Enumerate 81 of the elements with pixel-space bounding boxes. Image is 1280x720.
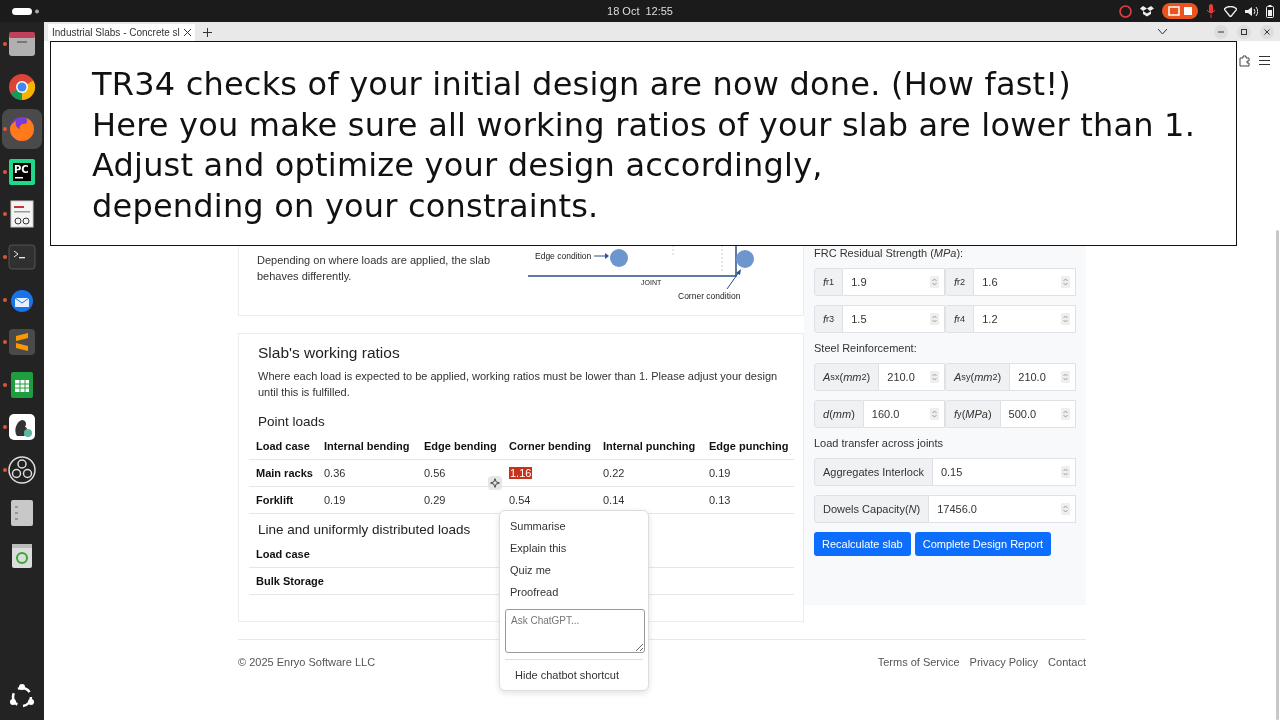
ratio-value: 0.29 <box>424 494 446 506</box>
ratio-value: 0.19 <box>324 494 346 506</box>
number-field[interactable]: 17456.0 <box>929 495 1076 523</box>
column-header: Edge punching <box>709 440 789 452</box>
row-label: Forklift <box>256 494 294 506</box>
column-header: Edge bending <box>424 440 497 452</box>
microphone-icon[interactable] <box>1206 4 1216 18</box>
number-field[interactable]: 500.0 <box>1000 400 1076 428</box>
caption-line: Here you make sure all working ratios of your slab are lower than 1. <box>92 104 1195 146</box>
browser-tab[interactable]: Industrial Slabs - Concrete sl <box>48 24 195 41</box>
column-header: Corner bending <box>509 440 591 452</box>
caption-line: Adjust and optimize your design accordingly, <box>92 145 823 186</box>
ubuntu-logo-icon[interactable] <box>9 684 35 710</box>
number-field[interactable]: 160.0 <box>863 400 945 428</box>
ratio-value: 0.36 <box>324 467 346 479</box>
caption-line: depending on your constraints. <box>92 185 599 227</box>
column-header: Internal bending <box>324 440 410 452</box>
number-field[interactable]: 1.5 <box>843 305 945 333</box>
action-button[interactable]: Complete Design Report <box>914 532 1052 556</box>
field-label: Dowels Capacity(N) <box>814 495 930 523</box>
footer-link[interactable]: Contact <box>1048 656 1086 668</box>
ratio-value: 0.19 <box>709 467 731 479</box>
new-tab-icon[interactable] <box>202 28 212 37</box>
activities-icon[interactable] <box>12 7 40 15</box>
menu-item[interactable]: Explain this <box>500 537 577 559</box>
extension-icon[interactable] <box>1239 54 1251 67</box>
number-field[interactable]: 0.15 <box>932 458 1076 486</box>
number-field[interactable]: 1.9 <box>843 268 945 296</box>
time-label: 12:55 <box>645 5 673 17</box>
menu-item[interactable]: Hide chatbot shortcut <box>505 664 629 686</box>
column-header: Internal punching <box>603 440 696 452</box>
column-header: Load case <box>256 440 310 452</box>
menu-item[interactable]: Quiz me <box>500 559 561 581</box>
section-title: Slab's working ratios <box>258 344 400 362</box>
footer-link[interactable]: Privacy Policy <box>969 656 1039 668</box>
volume-icon[interactable] <box>1245 5 1258 17</box>
field-label: d(mm) <box>814 400 864 428</box>
ratio-value: 0.56 <box>424 467 446 479</box>
column-header: Load case <box>256 548 310 560</box>
subsection-title: Point loads <box>258 414 325 429</box>
footer-link[interactable]: Terms of Service <box>877 656 960 668</box>
menu-item[interactable]: Proofread <box>500 581 569 603</box>
battery-icon[interactable] <box>1266 4 1274 18</box>
copyright-text: © 2025 Enryo Software LLC <box>238 656 376 668</box>
description-text: Depending on where loads are applied, the slab behaves differently. <box>257 253 491 284</box>
screen-record-icon[interactable] <box>1162 3 1198 19</box>
action-button[interactable]: Recalculate slab <box>814 532 911 556</box>
ratio-value: 0.13 <box>709 494 731 506</box>
sparkle-icon[interactable] <box>488 476 502 490</box>
number-field[interactable]: 1.6 <box>974 268 1076 296</box>
chat-input[interactable]: Ask ChatGPT... <box>505 609 645 653</box>
group-label: Load transfer across joints <box>814 437 943 449</box>
recorder-icon[interactable] <box>6 453 38 486</box>
wifi-icon[interactable] <box>1224 5 1237 17</box>
ratio-value: 0.22 <box>603 467 625 479</box>
close-icon[interactable] <box>1260 25 1274 39</box>
maximize-icon[interactable] <box>1237 25 1251 39</box>
chevron-down-icon[interactable] <box>1158 29 1167 35</box>
ratio-value: 0.14 <box>603 494 625 506</box>
scrollbar[interactable] <box>1276 230 1279 720</box>
number-field[interactable]: 1.2 <box>974 305 1076 333</box>
group-label: FRC Residual Strength (MPa): <box>814 247 964 259</box>
row-label: Main racks <box>256 467 313 479</box>
minimize-icon[interactable] <box>1214 25 1228 39</box>
box-icon[interactable] <box>1140 5 1154 17</box>
field-label: Aggregates Interlock <box>814 458 933 486</box>
caption-line: TR34 checks of your initial design are now done. (How fast!) <box>92 64 1072 105</box>
date-label: 18 Oct <box>607 5 640 17</box>
menu-item[interactable]: Summarise <box>500 515 576 537</box>
logo-letters: PC <box>14 163 29 175</box>
failing-ratio: 1.16 <box>509 467 533 479</box>
number-field[interactable]: 210.0 <box>879 363 945 391</box>
description-text: Where each load is expected to be applied, working ratios must be lower than 1. Please adjust your design until this is fulfilled. <box>258 369 779 400</box>
number-field[interactable]: 210.0 <box>1010 363 1076 391</box>
subsection-title: Line and uniformly distributed loads <box>258 522 471 537</box>
ratio-value: 0.54 <box>509 494 531 506</box>
group-label: Steel Reinforcement: <box>814 342 917 354</box>
close-icon[interactable] <box>183 29 191 36</box>
circle-icon[interactable] <box>1119 4 1132 18</box>
menu-icon[interactable] <box>1259 56 1270 65</box>
row-label: Bulk Storage <box>256 575 324 587</box>
